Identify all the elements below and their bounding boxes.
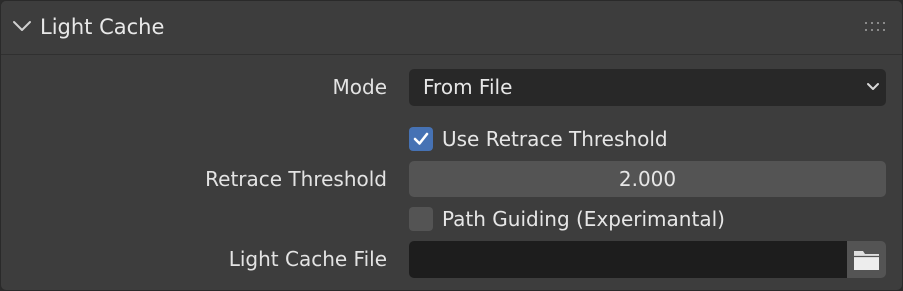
retrace-threshold-value: 2.000 — [618, 167, 677, 191]
chevron-down-icon — [867, 83, 879, 90]
retrace-threshold-field[interactable]: 2.000 — [409, 161, 886, 197]
drag-handle-icon[interactable] — [864, 21, 886, 33]
checkmark-icon — [413, 132, 429, 145]
mode-value: From File — [423, 75, 513, 99]
browse-folder-button[interactable] — [847, 241, 886, 278]
use-retrace-threshold-label[interactable]: Use Retrace Threshold — [442, 127, 668, 151]
light-cache-file-input[interactable] — [409, 241, 847, 278]
use-retrace-threshold-checkbox[interactable] — [409, 127, 433, 151]
folder-icon — [854, 251, 879, 270]
chevron-down-icon[interactable] — [12, 18, 32, 34]
retrace-threshold-label: Retrace Threshold — [205, 167, 387, 191]
light-cache-file-label: Light Cache File — [228, 247, 387, 271]
panel-title: Light Cache — [40, 15, 165, 39]
mode-dropdown[interactable]: From File — [409, 69, 886, 106]
path-guiding-checkbox[interactable] — [409, 207, 433, 231]
light-cache-panel: Light Cache Mode From File Use Retrace T… — [0, 0, 903, 291]
panel-header[interactable]: Light Cache — [1, 1, 902, 55]
mode-label: Mode — [332, 75, 388, 99]
path-guiding-label[interactable]: Path Guiding (Experimantal) — [442, 207, 725, 231]
